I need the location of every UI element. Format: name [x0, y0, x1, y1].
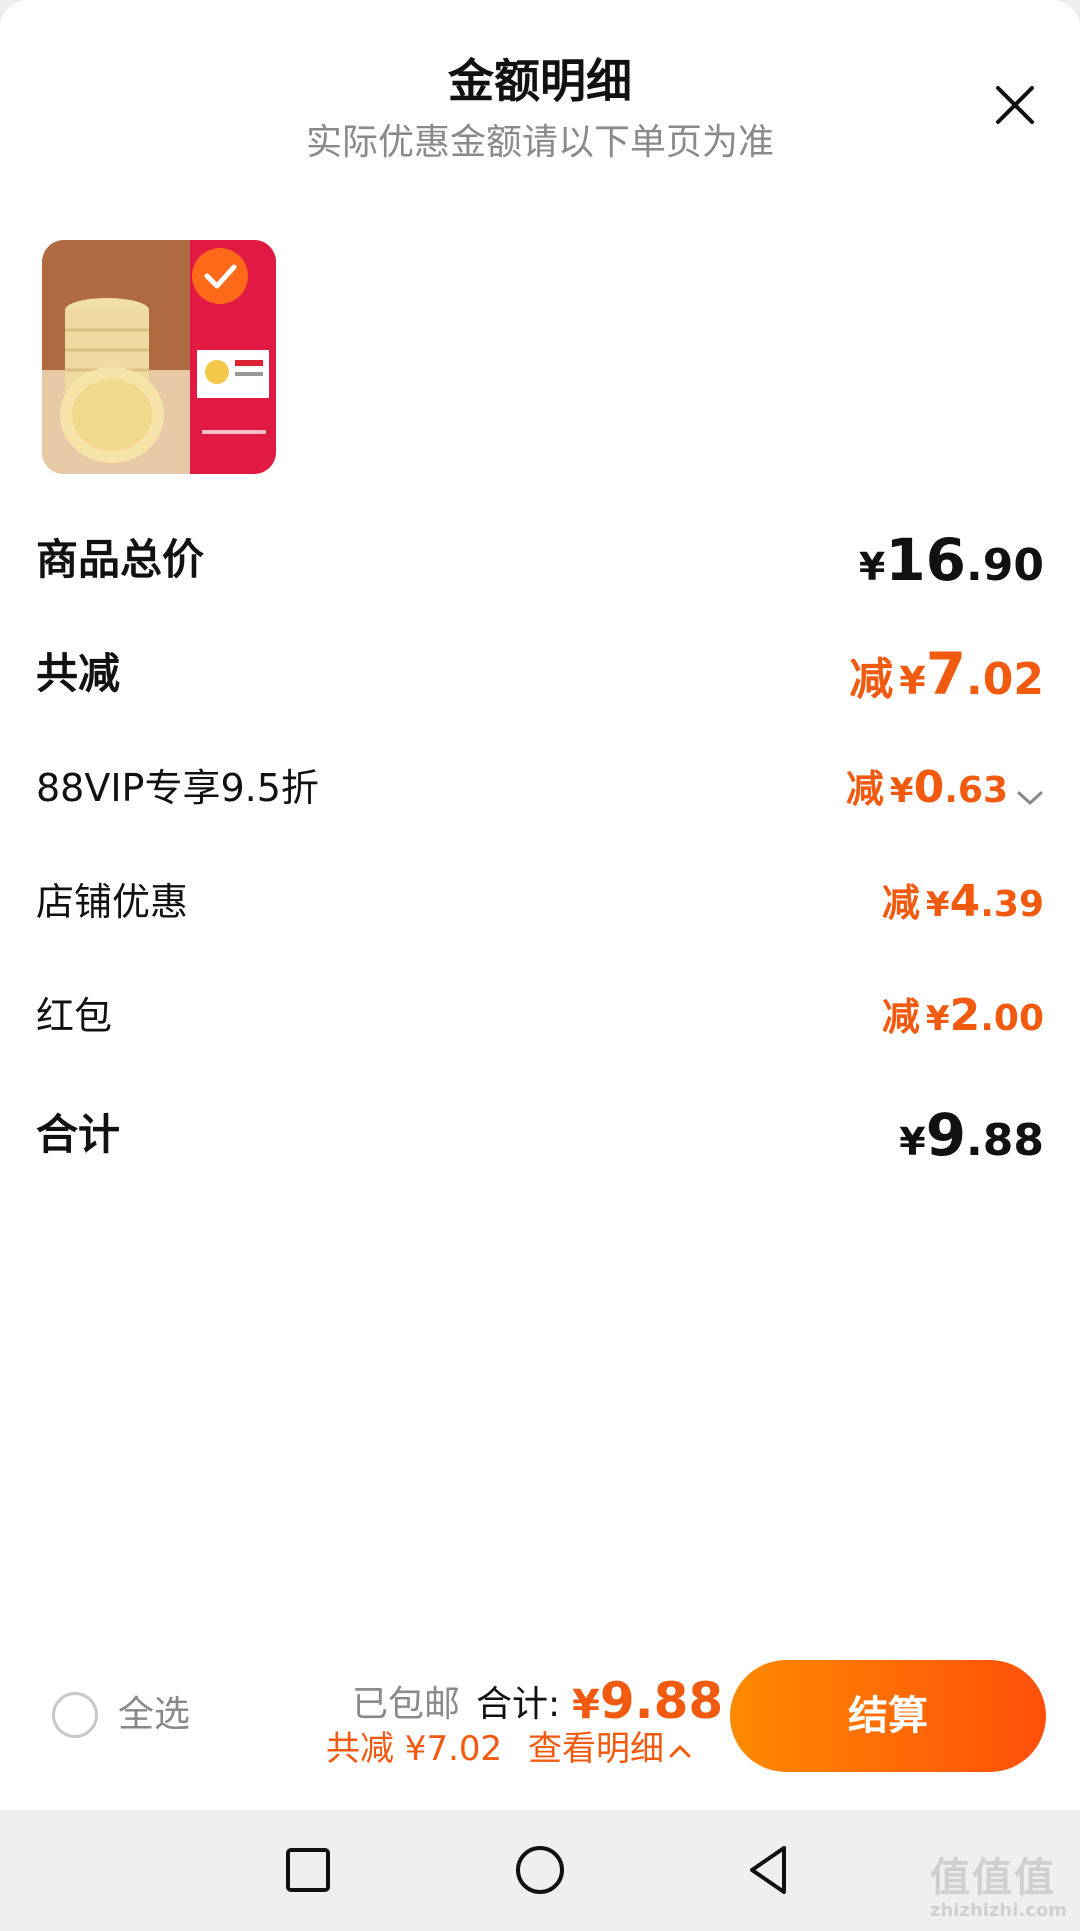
close-icon[interactable] [990, 80, 1040, 130]
store-discount-amount: 减 ¥4.39 [881, 876, 1044, 927]
product-thumbnail-image[interactable] [42, 240, 276, 474]
sum-label: 合计 [36, 1110, 121, 1159]
sum-amount: ¥9.88 [899, 1101, 1044, 1169]
free-shipping-label: 已包邮 [352, 1684, 461, 1725]
recent-apps-icon[interactable] [278, 1840, 338, 1900]
chevron-up-icon[interactable] [668, 1742, 692, 1760]
saved-amount: 共减 ¥7.02 [326, 1729, 503, 1769]
total-discount-label: 共减 [36, 649, 121, 698]
total-discount-row: 共减 减 ¥7.02 [36, 642, 1044, 706]
store-discount-label: 店铺优惠 [36, 880, 189, 924]
select-all-label[interactable]: 全选 [118, 1690, 190, 1740]
back-icon[interactable] [740, 1840, 800, 1900]
redpacket-row: 红包 减 ¥2.00 [36, 984, 1044, 1048]
total-label: 合计: [476, 1684, 561, 1725]
vip-discount-amount[interactable]: 减 ¥0.63 [846, 756, 1044, 829]
select-all-radio[interactable] [52, 1692, 98, 1738]
sheet-subtitle: 实际优惠金额请以下单页为准 [305, 122, 774, 163]
checkout-button[interactable]: 结算 [730, 1660, 1046, 1772]
goods-total-row: 商品总价 ¥16.90 [36, 528, 1044, 592]
redpacket-label: 红包 [36, 994, 113, 1038]
vip-discount-label: 88VIP专享9.5折 [36, 766, 319, 810]
home-icon[interactable] [510, 1840, 570, 1900]
store-discount-row: 店铺优惠 减 ¥4.39 [36, 870, 1044, 934]
sheet-title: 金额明细 [448, 54, 632, 108]
goods-total-label: 商品总价 [36, 535, 205, 584]
total-discount-amount: 减 ¥7.02 [849, 640, 1044, 708]
goods-total-amount: ¥16.90 [858, 526, 1044, 594]
view-detail-link[interactable]: 查看明细 [528, 1724, 692, 1774]
redpacket-amount: 减 ¥2.00 [881, 990, 1044, 1041]
watermark-url: zhizhizhi.com [930, 1900, 1068, 1921]
chevron-down-icon[interactable] [1016, 788, 1044, 808]
vip-discount-row[interactable]: 88VIP专享9.5折 减 ¥0.63 [36, 756, 1044, 820]
watermark-logo: 值值值 [930, 1855, 1056, 1901]
system-nav-bar [0, 1810, 1080, 1931]
sum-row: 合计 ¥9.88 [36, 1103, 1044, 1167]
